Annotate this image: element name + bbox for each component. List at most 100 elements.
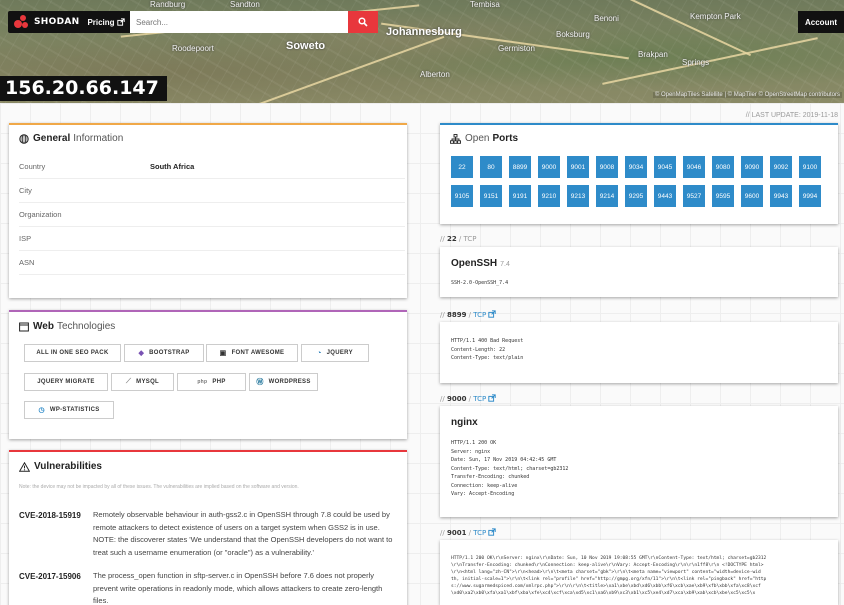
web-title-bold: Web: [33, 321, 54, 332]
port-button[interactable]: 9443: [654, 185, 676, 207]
port-button[interactable]: 9600: [741, 185, 763, 207]
search-input[interactable]: [130, 11, 348, 33]
tech-mysql[interactable]: ⟋ MYSQL: [111, 373, 174, 391]
tech-bootstrap[interactable]: ◆ BOOTSTRAP: [124, 344, 204, 362]
service-proto: TCP: [473, 529, 487, 537]
info-row-country: Country South Africa: [19, 155, 405, 179]
service-proto: TCP: [463, 235, 477, 243]
tech-label: WP-STATISTICS: [49, 407, 100, 413]
service-banner: HTTP/1.1 400 Bad Request Content-Length:…: [451, 338, 524, 361]
ports-title-light: Open: [465, 133, 490, 144]
wordpress-icon: Ⓦ: [256, 379, 264, 386]
globe-icon: [19, 133, 29, 144]
mysql-icon: ⟋: [125, 378, 132, 385]
port-button[interactable]: 9100: [799, 156, 821, 178]
pricing-label: Pricing: [87, 17, 115, 27]
info-label: Country: [19, 162, 46, 171]
port-button[interactable]: 9210: [538, 185, 560, 207]
font-awesome-icon: ▣: [219, 350, 227, 357]
tech-label: PHP: [212, 379, 226, 385]
general-title-rest: Information: [73, 133, 124, 144]
port-button[interactable]: 9295: [625, 185, 647, 207]
service-port: 8899: [446, 311, 467, 319]
cve-description: Remotely observable behaviour in auth-gs…: [93, 510, 393, 557]
port-button[interactable]: 9000: [538, 156, 560, 178]
service-proto: TCP: [473, 311, 487, 319]
port-button[interactable]: 9034: [625, 156, 647, 178]
port-button[interactable]: 9994: [799, 185, 821, 207]
port-button[interactable]: 9008: [596, 156, 618, 178]
general-title-bold: General: [33, 133, 71, 144]
jquery-icon: ◔: [317, 349, 322, 357]
web-technologies-title: Web Technologies: [19, 321, 115, 332]
map-label: Roodepoort: [172, 44, 214, 53]
info-row-asn: ASN: [19, 251, 405, 275]
external-link-icon[interactable]: [488, 394, 497, 402]
service-header-8899: // 8899 / TCP: [440, 310, 497, 319]
info-label: Organization: [19, 210, 62, 219]
info-label: ISP: [19, 234, 32, 243]
tech-php[interactable]: php PHP: [177, 373, 246, 391]
service-proto: TCP: [473, 395, 487, 403]
search-button[interactable]: [348, 11, 378, 33]
vulnerabilities-title: Vulnerabilities: [19, 461, 105, 472]
tech-jquery[interactable]: ◔ JQUERY: [301, 344, 369, 362]
tech-wordpress[interactable]: Ⓦ WORDPRESS: [249, 373, 318, 391]
port-button[interactable]: 9090: [741, 156, 763, 178]
cve-id[interactable]: CVE-2017-15906: [19, 572, 81, 581]
service-banner: SSH-2.0-OpenSSH_7.4: [451, 280, 509, 286]
tech-label: WORDPRESS: [268, 379, 311, 385]
general-information-title: General Information: [19, 133, 123, 144]
tech-label: MYSQL: [136, 379, 160, 385]
port-button[interactable]: 9527: [683, 185, 705, 207]
port-button[interactable]: 9046: [683, 156, 705, 178]
port-button[interactable]: 9595: [712, 185, 734, 207]
shodan-logo[interactable]: SHODAN: [8, 11, 88, 33]
port-button[interactable]: 9191: [509, 185, 531, 207]
tech-all-in-one-seo-pack[interactable]: ALL IN ONE SEO PACK: [24, 344, 121, 362]
service-banner: HTTP/1.1 200 OK\r\nServer: nginx\r\nDate…: [451, 556, 767, 596]
port-button[interactable]: 9080: [712, 156, 734, 178]
map-label: Soweto: [286, 40, 326, 52]
service-header-22: // 22 / TCP: [440, 235, 477, 243]
port-button[interactable]: 9943: [770, 185, 792, 207]
service-header-9000: // 9000 / TCP: [440, 394, 497, 403]
info-row-city: City: [19, 179, 405, 203]
account-button[interactable]: Account: [798, 11, 844, 33]
tech-label: ALL IN ONE SEO PACK: [36, 350, 109, 356]
port-button[interactable]: 9105: [451, 185, 473, 207]
map-attribution: © OpenMapTiles Satellite | © MapTiler © …: [652, 92, 842, 98]
port-button[interactable]: 9151: [480, 185, 502, 207]
port-button[interactable]: 22: [451, 156, 473, 178]
service-card-8899: HTTP/1.1 400 Bad Request Content-Length:…: [440, 322, 838, 383]
service-card-9001: HTTP/1.1 200 OK\r\nServer: nginx\r\nDate…: [440, 540, 838, 605]
info-row-isp: ISP: [19, 227, 405, 251]
port-button[interactable]: 9045: [654, 156, 676, 178]
service-port: 9000: [446, 395, 467, 403]
pricing-link[interactable]: Pricing: [82, 11, 130, 33]
external-link-icon[interactable]: [488, 528, 497, 536]
info-value: South Africa: [150, 162, 195, 171]
port-button[interactable]: 9092: [770, 156, 792, 178]
map-label: Brakpan: [638, 50, 668, 59]
shodan-logo-icon: [14, 15, 28, 29]
port-button[interactable]: 80: [480, 156, 502, 178]
external-link-icon[interactable]: [488, 310, 497, 318]
port-button[interactable]: 9214: [596, 185, 618, 207]
tech-wp-statistics[interactable]: ◷ WP-STATISTICS: [24, 401, 114, 419]
port-button[interactable]: 9213: [567, 185, 589, 207]
web-technologies-card: Web Technologies ALL IN ONE SEO PACK ◆ B…: [9, 310, 407, 439]
port-button[interactable]: 9001: [567, 156, 589, 178]
info-label: City: [19, 186, 32, 195]
tech-font-awesome[interactable]: ▣ FONT AWESOME: [206, 344, 298, 362]
vulnerability-note: Note: the device may not be impacted by …: [19, 484, 299, 490]
web-title-rest: Technologies: [56, 321, 116, 332]
tech-jquery-migrate[interactable]: JQUERY MIGRATE: [24, 373, 108, 391]
search-icon: [358, 17, 368, 27]
cve-id[interactable]: CVE-2018-15919: [19, 511, 81, 520]
service-name: OpenSSH 7.4: [451, 258, 510, 269]
port-button[interactable]: 8899: [509, 156, 531, 178]
network-icon: [450, 133, 461, 144]
vulnerabilities-title-text: Vulnerabilities: [34, 461, 102, 472]
top-navigation: SHODAN Pricing Account: [0, 8, 844, 36]
